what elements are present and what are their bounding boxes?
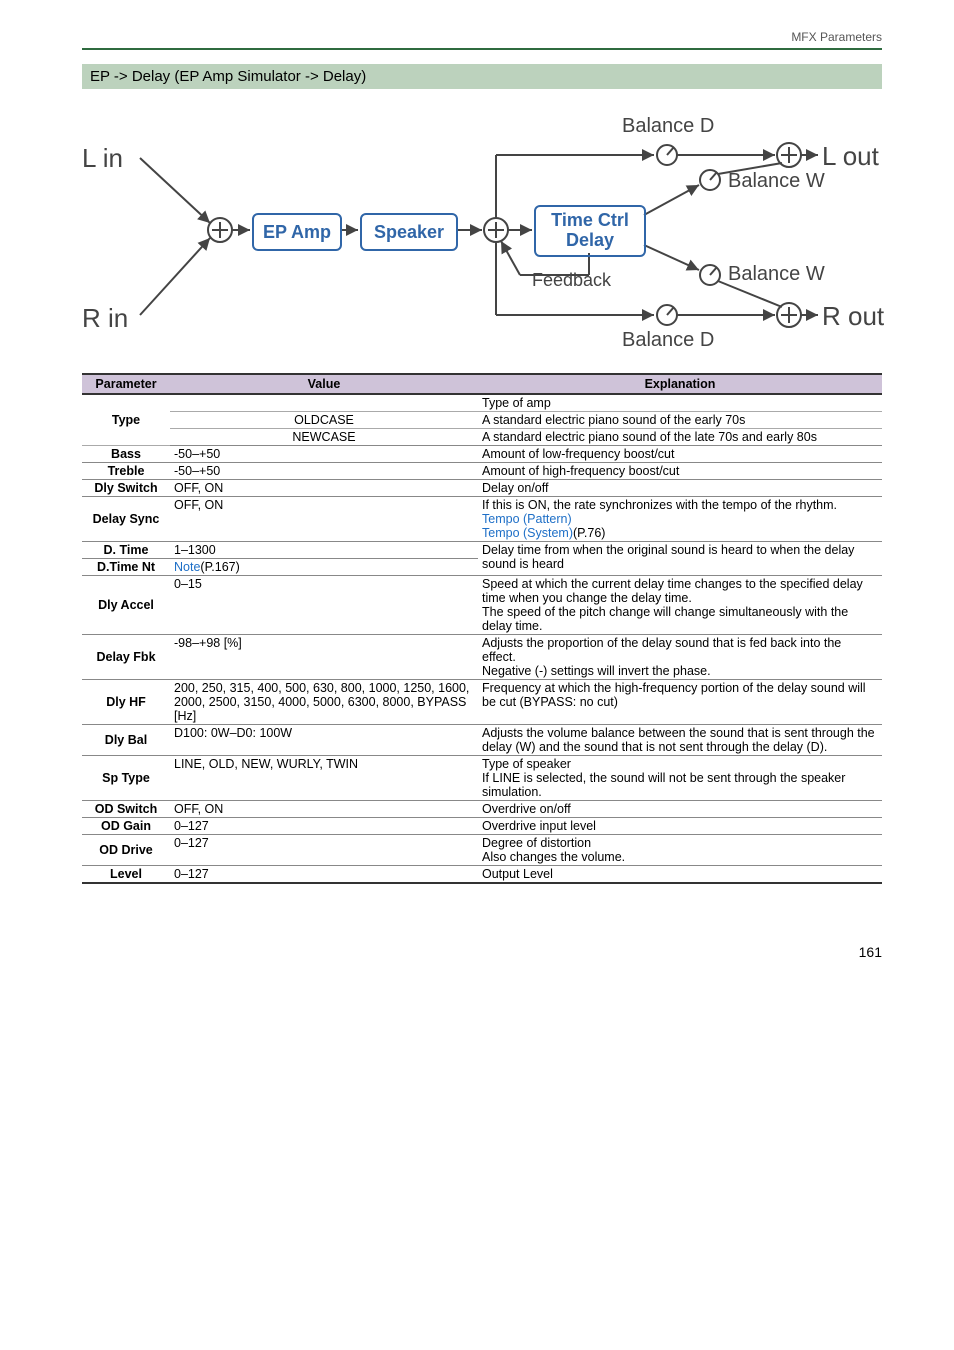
cell-value: 1–1300	[170, 542, 478, 559]
cell-param: Bass	[82, 446, 170, 463]
cell-expl: Adjusts the volume balance between the s…	[478, 725, 882, 756]
balance-d-top: Balance D	[622, 115, 714, 138]
table-row: Dly Switch OFF, ON Delay on/off	[82, 480, 882, 497]
r-out-label: R out	[822, 301, 884, 332]
cell-expl: Type of amp	[478, 394, 882, 412]
cell-expl: Delay time from when the original sound …	[478, 542, 882, 576]
cell-param: Type	[82, 394, 170, 446]
cell-value: OFF, ON	[170, 801, 478, 818]
cell-param: Dly Accel	[82, 576, 170, 635]
cell-value: 0–15	[170, 576, 478, 635]
link-tempo-pattern[interactable]: Tempo (Pattern)	[482, 512, 572, 526]
delay-box: Time Ctrl Delay	[534, 205, 646, 257]
cell-param: OD Gain	[82, 818, 170, 835]
cell-value: OLDCASE	[170, 412, 478, 429]
table-header-row: Parameter Value Explanation	[82, 374, 882, 394]
section-title: EP -> Delay (EP Amp Simulator -> Delay)	[82, 64, 882, 89]
cell-param: Level	[82, 866, 170, 884]
page-number: 161	[82, 944, 882, 960]
cell-param: OD Drive	[82, 835, 170, 866]
col-param: Parameter	[82, 374, 170, 394]
cell-expl: A standard electric piano sound of the l…	[478, 429, 882, 446]
cell-param: Dly HF	[82, 680, 170, 725]
link-tempo-system-page: (P.76)	[573, 526, 605, 540]
cell-value: 0–127	[170, 835, 478, 866]
cell-expl: Amount of high-frequency boost/cut	[478, 463, 882, 480]
table-row: Dly HF 200, 250, 315, 400, 500, 630, 800…	[82, 680, 882, 725]
cell-expl: If this is ON, the rate synchronizes wit…	[478, 497, 882, 542]
table-row: D. Time 1–1300 Delay time from when the …	[82, 542, 882, 559]
link-note[interactable]: Note	[174, 560, 200, 574]
cell-expl: Output Level	[478, 866, 882, 884]
parameter-table: Parameter Value Explanation Type Type of…	[82, 373, 882, 884]
cell-value: Note(P.167)	[170, 559, 478, 576]
r-in-label: R in	[82, 303, 128, 334]
table-row: NEWCASE A standard electric piano sound …	[82, 429, 882, 446]
cell-expl: Frequency at which the high-frequency po…	[478, 680, 882, 725]
cell-value: -50–+50	[170, 446, 478, 463]
col-value: Value	[170, 374, 478, 394]
feedback-label: Feedback	[532, 270, 611, 291]
table-row: Type Type of amp	[82, 394, 882, 412]
table-row: Dly Bal D100: 0W–D0: 100W Adjusts the vo…	[82, 725, 882, 756]
col-expl: Explanation	[478, 374, 882, 394]
cell-value: NEWCASE	[170, 429, 478, 446]
speaker-box: Speaker	[360, 213, 458, 251]
cell-value: D100: 0W–D0: 100W	[170, 725, 478, 756]
cell-expl: Delay on/off	[478, 480, 882, 497]
cell-param: Dly Switch	[82, 480, 170, 497]
cell-expl: Degree of distortion Also changes the vo…	[478, 835, 882, 866]
table-row: Level 0–127 Output Level	[82, 866, 882, 884]
cell-expl: Speed at which the current delay time ch…	[478, 576, 882, 635]
link-tempo-system[interactable]: Tempo (System)	[482, 526, 573, 540]
cell-param: Delay Fbk	[82, 635, 170, 680]
cell-param: D. Time	[82, 542, 170, 559]
table-row: OD Drive 0–127 Degree of distortion Also…	[82, 835, 882, 866]
cell-expl: Type of speaker If LINE is selected, the…	[478, 756, 882, 801]
table-row: Dly Accel 0–15 Speed at which the curren…	[82, 576, 882, 635]
cell-expl: Amount of low-frequency boost/cut	[478, 446, 882, 463]
ep-amp-box: EP Amp	[252, 213, 342, 251]
header-rule	[82, 48, 882, 50]
balance-w-bot: Balance W	[728, 263, 825, 286]
cell-param: Treble	[82, 463, 170, 480]
link-note-page: (P.167)	[200, 560, 239, 574]
cell-value: 0–127	[170, 818, 478, 835]
l-out-label: L out	[822, 141, 879, 172]
table-row: Treble -50–+50 Amount of high-frequency …	[82, 463, 882, 480]
table-row: Bass -50–+50 Amount of low-frequency boo…	[82, 446, 882, 463]
cell-param: Sp Type	[82, 756, 170, 801]
header-section: MFX Parameters	[82, 30, 882, 48]
cell-value: 200, 250, 315, 400, 500, 630, 800, 1000,…	[170, 680, 478, 725]
table-row: OLDCASE A standard electric piano sound …	[82, 412, 882, 429]
cell-value: OFF, ON	[170, 480, 478, 497]
cell-param: OD Switch	[82, 801, 170, 818]
cell-value: 0–127	[170, 866, 478, 884]
cell-expl: Overdrive on/off	[478, 801, 882, 818]
table-row: Delay Fbk -98–+98 [%] Adjusts the propor…	[82, 635, 882, 680]
delay-box-l1: Time Ctrl	[551, 211, 629, 231]
cell-expl: Overdrive input level	[478, 818, 882, 835]
table-row: Delay Sync OFF, ON If this is ON, the ra…	[82, 497, 882, 542]
table-row: OD Switch OFF, ON Overdrive on/off	[82, 801, 882, 818]
cell-expl: Adjusts the proportion of the delay soun…	[478, 635, 882, 680]
balance-w-top: Balance W	[728, 170, 825, 193]
diagram-svg	[82, 115, 872, 355]
cell-value: LINE, OLD, NEW, WURLY, TWIN	[170, 756, 478, 801]
cell-param: D.Time Nt	[82, 559, 170, 576]
cell-expl: A standard electric piano sound of the e…	[478, 412, 882, 429]
table-row: OD Gain 0–127 Overdrive input level	[82, 818, 882, 835]
l-in-label: L in	[82, 143, 123, 174]
cell-param: Delay Sync	[82, 497, 170, 542]
cell-param: Dly Bal	[82, 725, 170, 756]
balance-d-bot: Balance D	[622, 329, 714, 352]
signal-flow-diagram: EP Amp Speaker Time Ctrl Delay L in R in…	[82, 115, 872, 355]
expl-text: If this is ON, the rate synchronizes wit…	[482, 498, 837, 512]
table-row: Sp Type LINE, OLD, NEW, WURLY, TWIN Type…	[82, 756, 882, 801]
cell-value: -50–+50	[170, 463, 478, 480]
cell-value: -98–+98 [%]	[170, 635, 478, 680]
cell-value	[170, 394, 478, 412]
delay-box-l2: Delay	[566, 231, 614, 251]
cell-value: OFF, ON	[170, 497, 478, 542]
